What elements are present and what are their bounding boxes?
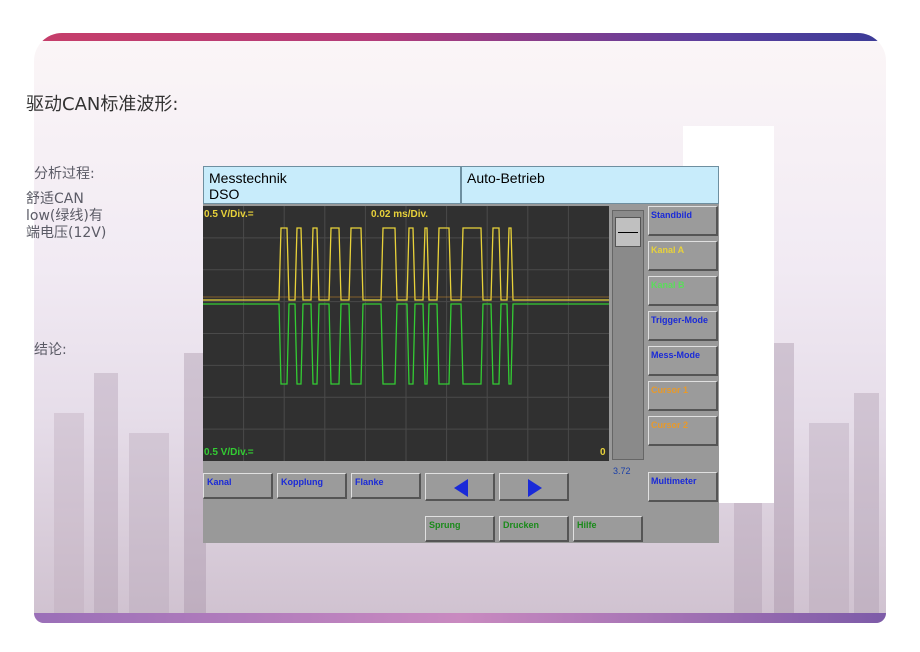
waveform-plot	[203, 206, 609, 461]
header-mode-panel: Messtechnik DSO	[203, 166, 461, 204]
analysis-label: 分析过程:	[34, 166, 95, 182]
slide-top-bar	[34, 33, 886, 41]
next-button[interactable]	[499, 473, 569, 501]
mess-mode-button[interactable]: Mess-Mode	[648, 346, 718, 376]
channel-b-scale: 0.5 V/Div.=	[204, 447, 254, 458]
standbild-button[interactable]: Standbild	[648, 206, 718, 236]
time-scale: 0.02 ms/Div.	[371, 209, 429, 220]
cursor-2-button[interactable]: Cursor 2	[648, 416, 718, 446]
slide-bottom-bar	[34, 613, 886, 623]
conclusion-label: 结论:	[34, 342, 67, 358]
waveform-display: 0.5 V/Div.= 0.02 ms/Div. 0.5 V/Div.= 0	[203, 206, 609, 461]
header-mode-title: Messtechnik	[209, 170, 287, 186]
cursor-1-button[interactable]: Cursor 1	[648, 381, 718, 411]
level-slider-thumb[interactable]	[615, 217, 641, 247]
sprung-button[interactable]: Sprung	[425, 516, 495, 542]
header-operation-panel: Auto-Betrieb	[461, 166, 719, 204]
channel-a-scale: 0.5 V/Div.=	[204, 209, 254, 220]
header-operation-title: Auto-Betrieb	[467, 170, 545, 186]
prev-button[interactable]	[425, 473, 495, 501]
hilfe-button[interactable]: Hilfe	[573, 516, 643, 542]
right-arrow-icon	[528, 479, 542, 497]
flanke-button[interactable]: Flanke	[351, 473, 421, 499]
trigger-mode-button[interactable]: Trigger-Mode	[648, 311, 718, 341]
left-arrow-icon	[454, 479, 468, 497]
kopplung-button[interactable]: Kopplung	[277, 473, 347, 499]
kanal-a-button[interactable]: Kanal A	[648, 241, 718, 271]
slide-title: 驱动CAN标准波形:	[26, 94, 179, 115]
multimeter-button[interactable]: Multimeter	[648, 472, 718, 502]
oscilloscope-window: Messtechnik DSO Auto-Betrieb 0.5 V/Div.=…	[203, 166, 719, 543]
drucken-button[interactable]: Drucken	[499, 516, 569, 542]
kanal-button[interactable]: Kanal	[203, 473, 273, 499]
slider-value: 3.72	[613, 466, 631, 476]
header-mode-subtitle: DSO	[209, 186, 240, 202]
analysis-body: 舒适CAN low(绿线)有 端电压(12V)	[26, 191, 107, 241]
level-slider[interactable]	[612, 210, 644, 460]
kanal-b-button[interactable]: Kanal B	[648, 276, 718, 306]
zero-marker: 0	[600, 447, 606, 458]
